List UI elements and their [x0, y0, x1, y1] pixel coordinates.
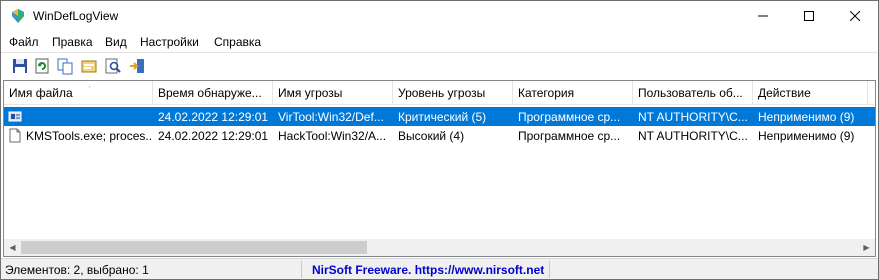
cell-file: KMSTools.exe; proces...: [26, 129, 153, 143]
table-row[interactable]: 24.02.2022 12:29:01 VirTool:Win32/Def...…: [4, 107, 875, 126]
cell-time: 24.02.2022 12:29:01: [158, 129, 269, 143]
column-header-time[interactable]: Время обнаруже...: [153, 81, 273, 105]
cell-level: Критический (5): [398, 110, 487, 124]
scroll-left-button[interactable]: ◀: [4, 239, 21, 256]
scrollbar-thumb[interactable]: [21, 241, 367, 254]
menu-settings[interactable]: Настройки: [140, 35, 199, 49]
column-label: Категория: [518, 86, 575, 100]
list-header: Имя файла ˊ Время обнаруже... Имя угрозы…: [4, 81, 875, 105]
maximize-button[interactable]: [786, 1, 832, 31]
app-icon: [12, 9, 24, 23]
column-label: Уровень угрозы: [398, 86, 486, 100]
menu-bar: Файл Правка Вид Настройки Справка: [1, 31, 878, 52]
copy-icon[interactable]: [56, 57, 74, 75]
toolbar: [1, 52, 878, 79]
minimize-button[interactable]: [740, 1, 786, 31]
maximize-icon: [804, 11, 814, 21]
document-icon: [9, 128, 21, 143]
cell-category: Программное ср...: [518, 129, 621, 143]
status-divider: [301, 261, 302, 278]
title-bar[interactable]: WinDefLogView: [1, 1, 878, 31]
status-bar: Элементов: 2, выбрано: 1 NirSoft Freewar…: [1, 258, 878, 279]
column-header-action[interactable]: Действие: [753, 81, 868, 105]
cell-user: NT AUTHORITY\С...: [638, 129, 748, 143]
find-icon[interactable]: [104, 57, 122, 75]
properties-icon[interactable]: [80, 57, 98, 75]
exit-icon[interactable]: [128, 57, 146, 75]
column-label: Имя файла: [9, 86, 73, 100]
column-label: Время обнаруже...: [158, 86, 262, 100]
main-window: WinDefLogView Файл Правка Вид Настройки …: [0, 0, 879, 280]
cell-user: NT AUTHORITY\С...: [638, 110, 748, 124]
minimize-icon: [758, 15, 768, 17]
column-label: Действие: [758, 86, 811, 100]
status-summary: Элементов: 2, выбрано: 1: [5, 263, 149, 277]
cell-action: Неприменимо (9): [758, 129, 855, 143]
column-label: Пользователь об...: [638, 86, 743, 100]
menu-help[interactable]: Справка: [214, 35, 261, 49]
cell-time: 24.02.2022 12:29:01: [158, 110, 269, 124]
table-row[interactable]: KMSTools.exe; proces... 24.02.2022 12:29…: [4, 126, 875, 145]
column-header-file[interactable]: Имя файла: [4, 81, 153, 105]
column-header-threat[interactable]: Имя угрозы: [273, 81, 393, 105]
close-button[interactable]: [832, 1, 878, 31]
chevron-left-icon: ◀: [9, 243, 16, 252]
column-label: Имя угрозы: [278, 86, 343, 100]
cell-threat: HackTool:Win32/A...: [278, 129, 387, 143]
cell-action: Неприменимо (9): [758, 110, 855, 124]
status-divider: [549, 261, 550, 278]
save-icon[interactable]: [11, 57, 29, 75]
column-header-level[interactable]: Уровень угрозы: [393, 81, 513, 105]
cell-threat: VirTool:Win32/Def...: [278, 110, 384, 124]
chevron-right-icon: ▶: [863, 243, 870, 252]
horizontal-scrollbar[interactable]: ◀ ▶: [4, 239, 875, 256]
cell-category: Программное ср...: [518, 110, 621, 124]
refresh-icon[interactable]: [33, 57, 51, 75]
window-title: WinDefLogView: [33, 9, 119, 23]
menu-file[interactable]: Файл: [9, 35, 39, 49]
log-list[interactable]: Имя файла ˊ Время обнаруже... Имя угрозы…: [3, 80, 876, 257]
nirsoft-link[interactable]: NirSoft Freeware. https://www.nirsoft.ne…: [312, 263, 544, 277]
column-header-user[interactable]: Пользователь об...: [633, 81, 753, 105]
close-icon: [850, 11, 860, 21]
cell-level: Высокий (4): [398, 129, 465, 143]
menu-edit[interactable]: Правка: [52, 35, 93, 49]
sort-indicator-icon: ˊ: [88, 85, 91, 95]
scroll-right-button[interactable]: ▶: [858, 239, 875, 256]
column-header-category[interactable]: Категория: [513, 81, 633, 105]
file-icon: [8, 111, 22, 122]
menu-view[interactable]: Вид: [105, 35, 127, 49]
cell-file: [24, 107, 153, 126]
